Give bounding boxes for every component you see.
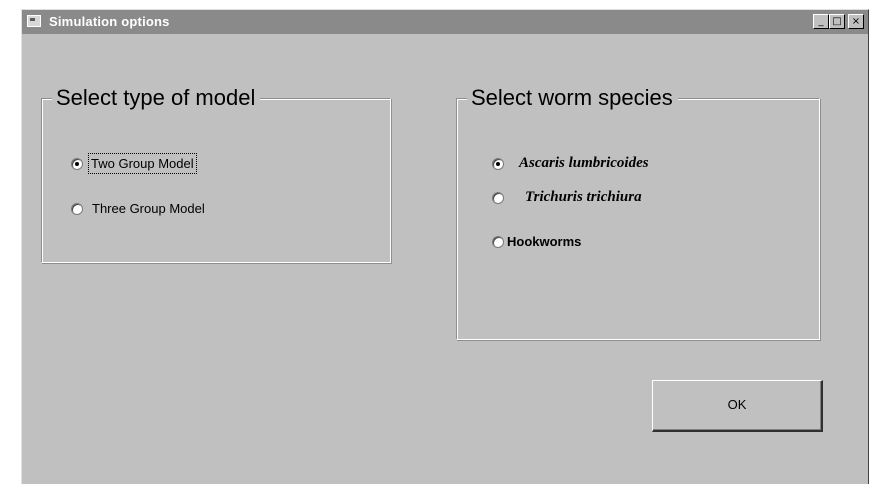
worm-species-legend: Select worm species: [467, 86, 678, 110]
title-bar[interactable]: Simulation options _ □ ×: [22, 10, 868, 34]
close-button[interactable]: ×: [848, 14, 864, 29]
radio-button-icon[interactable]: [492, 192, 504, 204]
radio-label-trichuris-trichiura[interactable]: Trichuris trichiura: [525, 189, 642, 206]
radio-button-icon[interactable]: [492, 236, 504, 248]
worm-species-group: Select worm species Ascaris lumbricoides…: [456, 86, 820, 340]
radio-button-icon[interactable]: [492, 158, 504, 170]
maximize-button[interactable]: □: [829, 14, 845, 29]
radio-label-two-group-model[interactable]: Two Group Model: [88, 153, 197, 174]
radio-label-ascaris-lumbricoides[interactable]: Ascaris lumbricoides: [519, 155, 649, 172]
window-title: Simulation options: [49, 14, 170, 29]
radio-button-icon[interactable]: [71, 158, 83, 170]
simulation-options-dialog: Simulation options _ □ × Select type of …: [21, 9, 869, 484]
window-icon[interactable]: [27, 15, 41, 27]
radio-label-three-group-model[interactable]: Three Group Model: [92, 200, 205, 217]
ok-button[interactable]: OK: [652, 380, 823, 432]
model-type-legend: Select type of model: [52, 86, 261, 110]
radio-label-hookworms[interactable]: Hookworms: [507, 233, 581, 250]
radio-button-icon[interactable]: [71, 203, 83, 215]
model-type-group: Select type of model Two Group Model Thr…: [41, 86, 391, 263]
minimize-button[interactable]: _: [813, 14, 829, 29]
